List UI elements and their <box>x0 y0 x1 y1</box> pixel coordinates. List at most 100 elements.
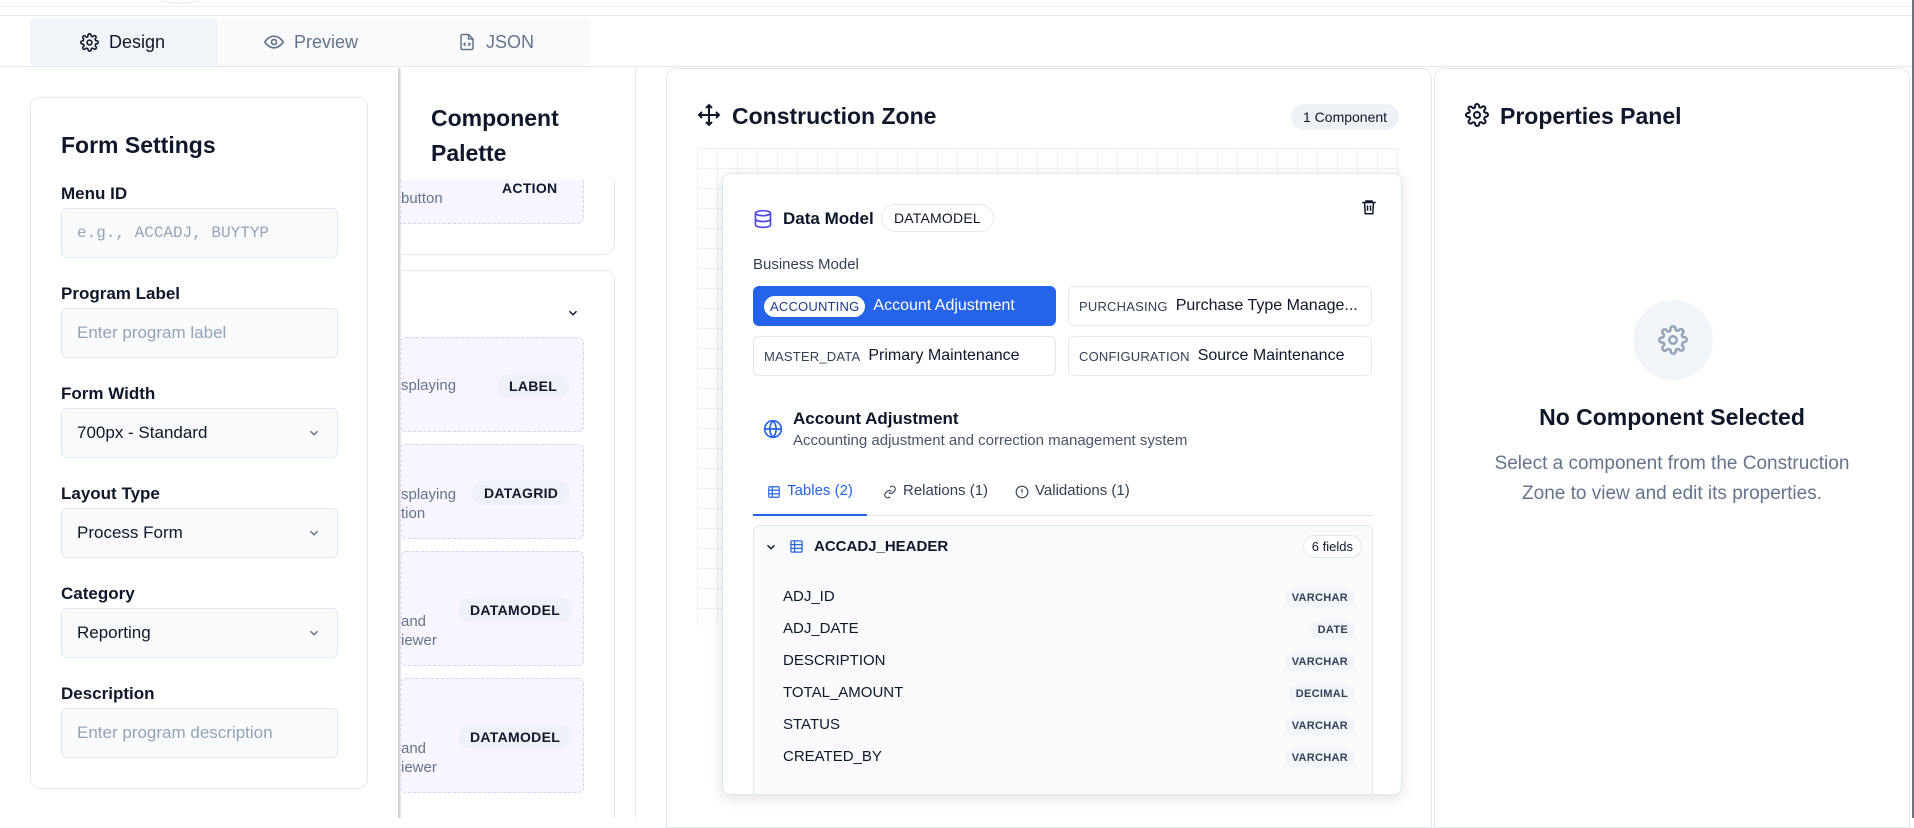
field-type: VARCHAR <box>1284 749 1355 767</box>
subtab-validations-label: Validations (1) <box>1035 482 1130 499</box>
empty-state-title: No Component Selected <box>1539 404 1805 430</box>
palette-item-text: splaying <box>401 486 457 503</box>
globe-icon <box>763 419 783 439</box>
empty-state-line2: Zone to view and edit its properties. <box>1522 483 1822 504</box>
tab-preview-label: Preview <box>294 31 359 52</box>
palette-item-text-2: iewer <box>401 759 437 776</box>
program-label-placeholder: Enter program label <box>77 323 227 342</box>
model-option-accounting[interactable]: ACCOUNTING Account Adjustment <box>753 286 1056 326</box>
model-option-purchasing[interactable]: PURCHASING Purchase Type Manage... <box>1068 286 1372 326</box>
field-type: VARCHAR <box>1284 717 1355 735</box>
model-option-master-data[interactable]: MASTER_DATA Primary Maintenance <box>753 336 1056 376</box>
model-name: Account Adjustment <box>873 297 1015 314</box>
table-icon <box>790 540 803 553</box>
tab-preview[interactable]: Preview <box>264 18 358 66</box>
palette-item-datagrid[interactable]: splaying tion DATAGRID <box>400 444 584 539</box>
subtab-relations[interactable]: Relations (1) <box>883 482 988 499</box>
category-label: Category <box>61 584 135 603</box>
layout-type-select[interactable]: Process Form <box>61 508 338 558</box>
palette-item-datamodel[interactable]: and iewer DATAMODEL <box>400 678 584 793</box>
model-tag: CONFIGURATION <box>1079 348 1190 364</box>
menu-id-label: Menu ID <box>61 184 128 203</box>
menu-id-placeholder: e.g., ACCADJ, BUYTYP <box>77 224 270 242</box>
palette-title-line2: Palette <box>431 140 507 166</box>
field-name: TOTAL_AMOUNT <box>783 684 904 701</box>
subtab-tables[interactable]: Tables (2) <box>753 482 867 516</box>
field-name: ADJ_DATE <box>783 620 859 637</box>
field-name: ADJ_ID <box>783 588 835 605</box>
category-select[interactable]: Reporting <box>61 608 338 658</box>
palette-item-label[interactable]: splaying LABEL <box>400 337 584 432</box>
program-label-input[interactable]: Enter program label <box>61 308 338 358</box>
model-tag: ACCOUNTING <box>764 295 866 317</box>
model-tag: PURCHASING <box>1079 298 1168 314</box>
layout-type-label: Layout Type <box>61 484 160 503</box>
palette-item-badge: LABEL <box>497 374 570 398</box>
field-type: VARCHAR <box>1284 589 1355 607</box>
link-icon <box>884 485 896 499</box>
palette-item-text: splaying <box>401 377 457 394</box>
tab-json-label: JSON <box>486 31 535 52</box>
data-model-badge: DATAMODEL <box>881 204 994 232</box>
palette-item-badge: DATAMODEL <box>458 598 573 622</box>
mode-tabs: Design Preview JSON <box>30 18 590 66</box>
alert-circle-icon <box>1015 485 1029 499</box>
subtab-relations-label: Relations (1) <box>903 482 989 499</box>
model-name: Primary Maintenance <box>868 347 1020 364</box>
subtab-validations[interactable]: Validations (1) <box>1015 482 1130 499</box>
layout-type-value: Process Form <box>77 523 183 542</box>
subtab-tables-label: Tables (2) <box>787 482 853 499</box>
form-width-label: Form Width <box>61 384 156 403</box>
program-label-label: Program Label <box>61 284 181 303</box>
selected-model-description: Accounting adjustment and correction man… <box>793 432 1188 449</box>
table-name: ACCADJ_HEADER <box>814 538 949 555</box>
tab-json[interactable]: JSON <box>458 18 534 66</box>
form-width-select[interactable]: 700px - Standard <box>61 408 338 458</box>
table-icon <box>768 486 780 498</box>
move-icon <box>697 103 721 127</box>
header-divider <box>0 66 1910 67</box>
form-width-value: 700px - Standard <box>77 423 208 442</box>
description-label: Description <box>61 684 155 703</box>
tab-design[interactable]: Design <box>30 18 218 66</box>
palette-item-text-2: tion <box>401 505 426 522</box>
model-option-configuration[interactable]: CONFIGURATION Source Maintenance <box>1068 336 1372 376</box>
field-count-badge: 6 fields <box>1302 535 1362 558</box>
palette-item-action[interactable]: button ACTION <box>400 180 584 224</box>
chevron-down-icon[interactable] <box>764 540 778 554</box>
trash-icon[interactable] <box>1360 197 1378 217</box>
field-name: STATUS <box>783 716 840 733</box>
palette-item-badge: ACTION <box>502 180 558 196</box>
field-type: DECIMAL <box>1288 685 1355 703</box>
construction-zone-title: Construction Zone <box>732 103 937 129</box>
eye-icon <box>264 35 284 49</box>
palette-item-badge: DATAMODEL <box>458 725 573 749</box>
model-name: Purchase Type Manage... <box>1175 297 1358 314</box>
field-row: ADJ_DATE DATE <box>723 617 1401 643</box>
database-icon <box>754 209 772 229</box>
field-type: DATE <box>1310 621 1355 639</box>
palette-item-datamodel[interactable]: and iewer DATAMODEL <box>400 551 584 666</box>
chevron-down-icon <box>309 530 319 536</box>
empty-state-icon-circle <box>1633 300 1713 380</box>
data-model-component[interactable]: Data Model DATAMODEL Business Model ACCO… <box>722 173 1402 795</box>
form-settings-title: Form Settings <box>61 132 216 158</box>
palette-title-line1: Component <box>431 105 559 131</box>
field-row: CREATED_BY VARCHAR <box>723 745 1401 771</box>
empty-state-line1: Select a component from the Construction <box>1494 453 1850 474</box>
description-input[interactable]: Enter program description <box>61 708 338 758</box>
chevron-down-icon <box>309 430 319 436</box>
palette-item-badge: DATAGRID <box>472 481 571 505</box>
chevron-down-icon[interactable] <box>566 306 580 320</box>
business-model-label: Business Model <box>753 256 859 273</box>
data-model-title: Data Model <box>783 209 874 228</box>
file-code-icon <box>460 33 474 51</box>
tab-design-label: Design <box>109 31 166 52</box>
menu-id-input[interactable]: e.g., ACCADJ, BUYTYP <box>61 208 338 258</box>
properties-panel-title: Properties Panel <box>1500 103 1682 129</box>
gear-icon <box>1658 325 1688 355</box>
gear-icon <box>1465 103 1489 127</box>
top-border <box>0 0 1914 16</box>
palette-item-text: and <box>401 613 427 630</box>
palette-item-text: and <box>401 740 427 757</box>
